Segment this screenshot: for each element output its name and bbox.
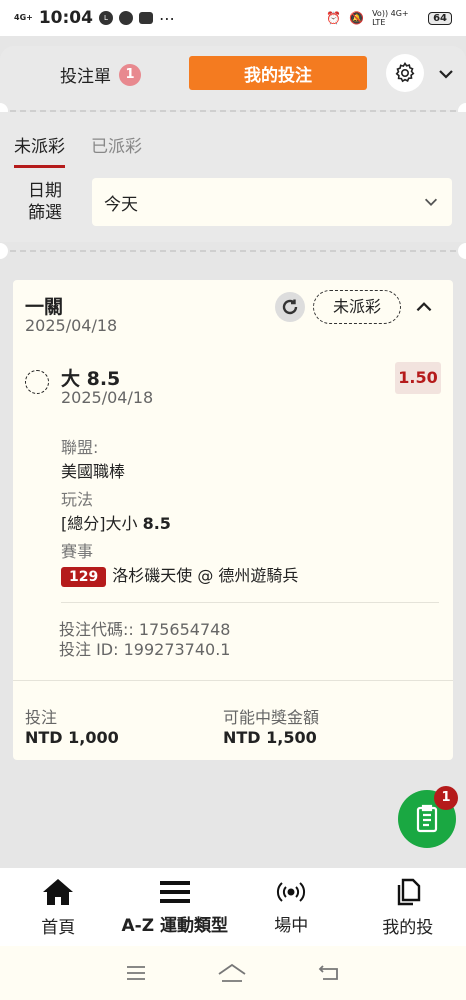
settlement-tabs: 未派彩 已派彩 (14, 132, 142, 168)
clipboard-icon (416, 804, 438, 833)
league-info: 聯盟: 美國職棒 (61, 434, 125, 482)
bet-card: 一關 2025/04/18 未派彩 大 8.5 2025/04/18 1.50 … (13, 280, 453, 760)
nav-live-label: 場中 (274, 915, 309, 936)
clock: 10:04 (38, 8, 93, 28)
bottom-navigation: 首頁 A-Z 運動類型 場中 我的投 (0, 868, 466, 946)
hamburger-icon (159, 880, 190, 903)
pending-status-icon (25, 370, 49, 394)
battery-icon: 64 (428, 11, 452, 25)
youtube-icon (138, 12, 153, 24)
nav-my-bets-label: 我的投 (382, 917, 434, 938)
refresh-icon (282, 299, 298, 315)
gear-icon (395, 62, 415, 83)
market-value: [總分]大小 8.5 (61, 510, 171, 534)
divider (61, 602, 439, 603)
settings-button[interactable] (386, 54, 424, 92)
chevron-up-icon[interactable] (413, 296, 435, 318)
stake-value: NTD 1,000 (25, 728, 119, 747)
selection-name: 大 8.5 (61, 368, 121, 390)
bet-id: 投注 ID: 199273740.1 (59, 640, 231, 659)
event-id-badge: 129 (61, 567, 107, 587)
bet-type: 一關 (25, 296, 64, 318)
nav-live[interactable]: 場中 (233, 868, 350, 946)
market-line: 8.5 (142, 514, 171, 533)
documents-icon (397, 878, 420, 905)
header-bar: 投注單 1 我的投注 (0, 46, 466, 110)
live-broadcast-icon (277, 881, 306, 902)
date-filter-label: 日期篩選 (28, 181, 62, 223)
date-filter-select[interactable]: 今天 (92, 178, 452, 226)
more-icon: ⋯ (158, 8, 175, 28)
odds-badge: 1.50 (395, 362, 441, 394)
payout-value: NTD 1,500 (223, 728, 317, 747)
nav-a-z[interactable]: A-Z 運動類型 (117, 868, 234, 946)
market-prefix: [總分]大小 (61, 514, 143, 533)
system-nav-bar (0, 946, 466, 1000)
divider (0, 243, 466, 259)
chat-icon (118, 11, 133, 25)
event-info: 賽事 129 洛杉磯天使 @ 德州遊騎兵 (61, 538, 298, 587)
tab-settled[interactable]: 已派彩 (91, 132, 142, 168)
nav-a-z-label: A-Z 運動類型 (121, 915, 228, 936)
my-bets-button[interactable]: 我的投注 (189, 56, 367, 90)
divider (13, 680, 453, 681)
line-icon: L (98, 11, 113, 25)
volte-indicator: Vo)) 4G+ LTE (372, 9, 409, 27)
nav-my-bets[interactable]: 我的投 (350, 868, 466, 946)
event-name: 洛杉磯天使 @ 德州遊騎兵 (112, 566, 299, 585)
payout-label: 可能中獎金額 (223, 708, 320, 727)
fab-count-badge: 1 (434, 786, 458, 810)
event-value: 129 洛杉磯天使 @ 德州遊騎兵 (61, 562, 298, 587)
market-label: 玩法 (61, 490, 94, 509)
collapse-chevron-icon[interactable] (436, 64, 456, 84)
league-value: 美國職棒 (61, 462, 126, 481)
market-info: 玩法 [總分]大小 8.5 (61, 486, 171, 534)
chevron-down-icon (424, 198, 438, 206)
bet-codes: 投注代碼:: 175654748 投注 ID: 199273740.1 (59, 620, 231, 660)
bet-slip-tab[interactable]: 投注單 1 (60, 62, 141, 87)
refresh-button[interactable] (275, 292, 305, 322)
home-button-icon[interactable] (216, 962, 248, 984)
selection-date: 2025/04/18 (61, 388, 154, 407)
stake-label: 投注 (25, 708, 58, 727)
league-label: 聯盟: (61, 438, 99, 457)
bet-slip-label: 投注單 (60, 67, 111, 87)
back-icon[interactable] (317, 963, 341, 983)
nav-home[interactable]: 首頁 (0, 868, 117, 946)
bet-sheet: 投注單 1 我的投注 未派彩 已派彩 日期篩選 今天 一關 2025/04/18 (0, 46, 466, 868)
filter-section: 未派彩 已派彩 日期篩選 今天 (0, 112, 466, 242)
nav-home-label: 首頁 (41, 917, 76, 938)
recent-apps-icon[interactable] (125, 964, 147, 982)
bet-date: 2025/04/18 (25, 316, 118, 335)
alarm-icon: ⏰ (326, 11, 342, 25)
status-bar: 4G+ 10:04 L ⋯ ⏰ 🔕 Vo)) 4G+ LTE 64 (0, 0, 466, 36)
tab-unsettled[interactable]: 未派彩 (14, 132, 65, 168)
date-filter-value: 今天 (104, 194, 138, 215)
bet-code: 投注代碼:: 175654748 (59, 620, 231, 639)
network-indicator: 4G+ (14, 13, 33, 22)
event-label: 賽事 (61, 542, 94, 561)
mute-icon: 🔕 (349, 11, 365, 25)
status-badge: 未派彩 (313, 290, 401, 324)
home-icon (43, 878, 74, 905)
slip-count-badge: 1 (119, 63, 141, 86)
